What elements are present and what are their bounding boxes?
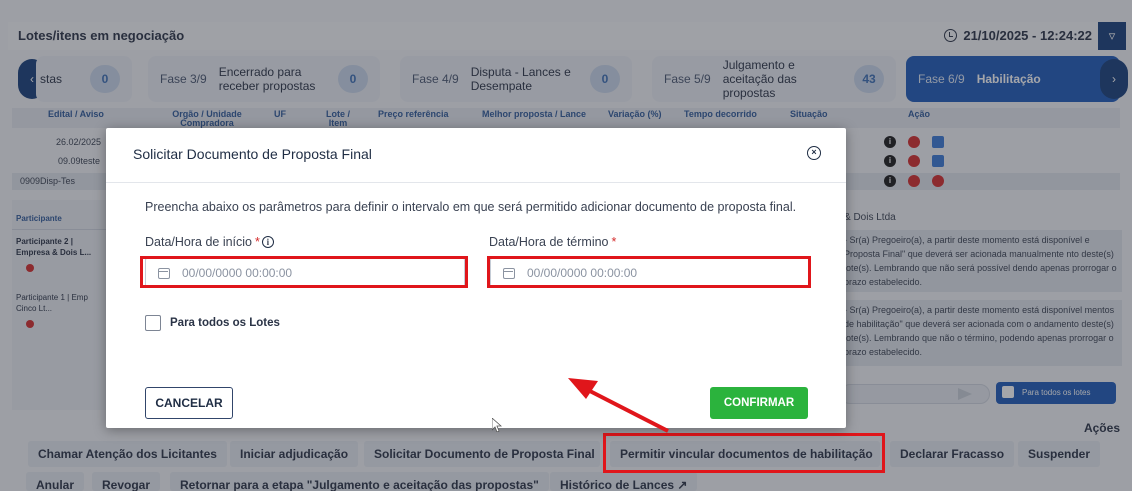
mouse-cursor-icon	[492, 418, 502, 432]
modal-divider	[106, 182, 846, 183]
all-lots-modal-checkbox[interactable]	[145, 315, 161, 331]
info-icon[interactable]: i	[261, 236, 274, 248]
all-lots-modal-label: Para todos os Lotes	[170, 317, 280, 329]
annotation-highlight-box	[487, 256, 811, 288]
required-asterisk: *	[255, 235, 260, 249]
end-date-label: Data/Hora de término *	[489, 235, 616, 249]
close-icon[interactable]: ×	[807, 146, 821, 160]
end-date-label-text: Data/Hora de término	[489, 235, 609, 249]
annotation-highlight-box	[603, 433, 885, 473]
modal-description: Preencha abaixo os parâmetros para defin…	[145, 200, 797, 214]
annotation-highlight-box	[140, 256, 468, 288]
start-date-label-text: Data/Hora de início	[145, 235, 253, 249]
confirm-button[interactable]: CONFIRMAR	[710, 387, 808, 419]
modal-title: Solicitar Documento de Proposta Final	[133, 146, 372, 162]
start-date-label: Data/Hora de início * i	[145, 235, 274, 249]
required-asterisk: *	[611, 235, 617, 249]
cancel-button[interactable]: CANCELAR	[145, 387, 233, 419]
